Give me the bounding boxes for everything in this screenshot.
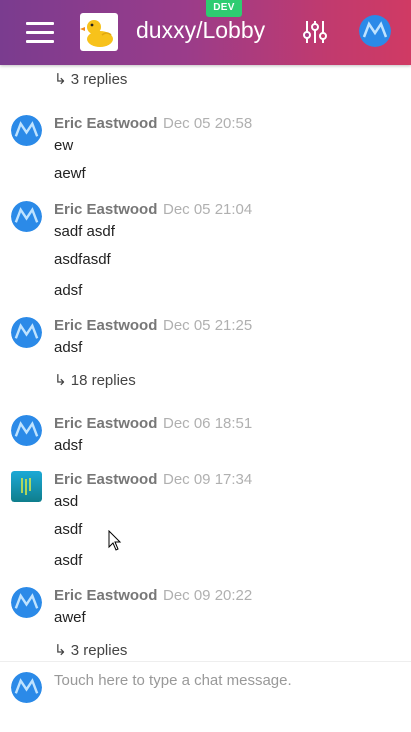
message-text: adsf xyxy=(54,437,83,454)
message-author[interactable]: Eric Eastwood xyxy=(54,201,157,218)
message-text: awef xyxy=(54,609,86,626)
user-avatar[interactable] xyxy=(11,672,42,703)
menu-icon-bar xyxy=(26,40,54,43)
message-text: ew xyxy=(54,137,74,154)
author-avatar[interactable] xyxy=(11,587,42,618)
app-header: duxxy/Lobby DEV xyxy=(0,0,411,65)
message-author[interactable]: Eric Eastwood xyxy=(54,587,157,604)
message-timestamp: Dec 05 20:58 xyxy=(163,115,253,132)
settings-sliders-icon[interactable] xyxy=(300,17,330,47)
menu-button[interactable] xyxy=(26,20,54,44)
message-author[interactable]: Eric Eastwood xyxy=(54,415,157,432)
menu-icon-bar xyxy=(26,31,54,34)
message-timestamp: Dec 06 18:51 xyxy=(163,415,253,432)
author-avatar[interactable] xyxy=(11,115,42,146)
dev-badge: DEV xyxy=(206,0,242,17)
author-avatar[interactable] xyxy=(11,415,42,446)
thread-replies-link[interactable]: ↳ 18 replies xyxy=(54,371,136,389)
message-text: asdfasdf xyxy=(54,251,111,268)
message-list[interactable]: ↳ 3 replies Eric Eastwood Dec 05 20:58 e… xyxy=(0,65,411,661)
thread-replies-link[interactable]: ↳ 3 replies xyxy=(54,70,127,88)
user-avatar[interactable] xyxy=(359,15,391,47)
message-author[interactable]: Eric Eastwood xyxy=(54,115,157,132)
message-text: asdf xyxy=(54,552,83,569)
author-avatar[interactable] xyxy=(11,317,42,348)
menu-icon-bar xyxy=(26,22,54,25)
thread-replies-link[interactable]: ↳ 3 replies xyxy=(54,641,127,659)
author-avatar[interactable] xyxy=(11,201,42,232)
message-text: asd xyxy=(54,493,79,510)
chat-composer xyxy=(0,661,411,732)
message-timestamp: Dec 09 17:34 xyxy=(163,471,253,488)
message-timestamp: Dec 05 21:25 xyxy=(163,317,253,334)
message-text: adsf xyxy=(54,282,83,299)
room-title[interactable]: duxxy/Lobby xyxy=(136,17,265,44)
message-text: asdf xyxy=(54,521,83,538)
mouse-pointer-icon xyxy=(108,529,122,552)
author-avatar[interactable] xyxy=(11,471,42,502)
room-avatar-duck-icon[interactable] xyxy=(80,13,118,51)
message-timestamp: Dec 05 21:04 xyxy=(163,201,253,218)
message-text: sadf asdf xyxy=(54,223,115,240)
message-text: adsf xyxy=(54,339,83,356)
message-author[interactable]: Eric Eastwood xyxy=(54,317,157,334)
message-author[interactable]: Eric Eastwood xyxy=(54,471,157,488)
message-timestamp: Dec 09 20:22 xyxy=(163,587,253,604)
chat-message-input[interactable] xyxy=(54,672,394,722)
message-text: aewf xyxy=(54,165,86,182)
